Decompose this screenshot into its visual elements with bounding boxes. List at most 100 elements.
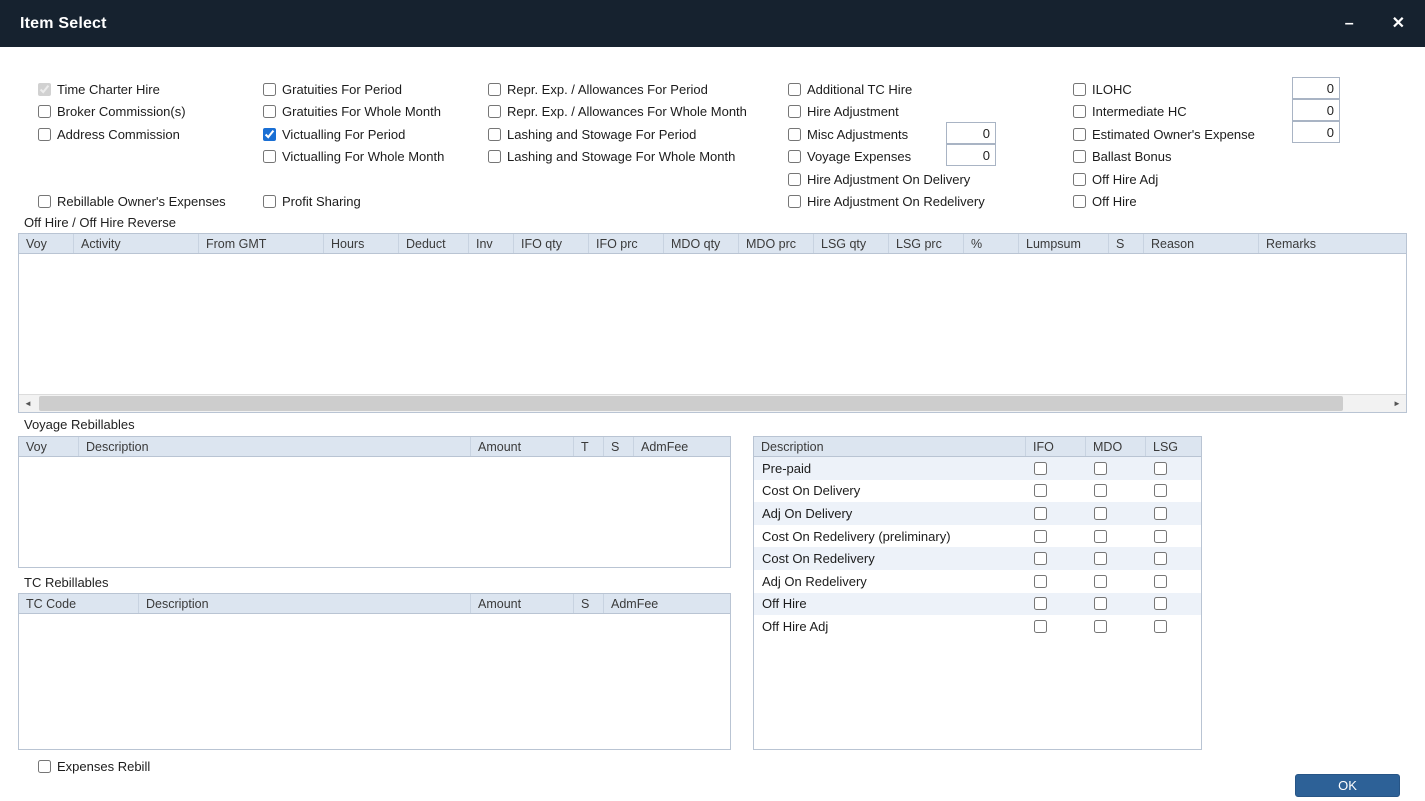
checkbox-hire-adjustment[interactable]: Hire Adjustment [788,101,985,124]
pre-paid-lsg-checkbox[interactable] [1154,462,1167,475]
profit-sharing-checkbox[interactable] [263,195,276,208]
scrollbar-thumb[interactable] [39,396,1343,411]
scroll-right-button[interactable]: ► [1388,395,1406,412]
intermediate-hc-checkbox[interactable] [1073,105,1086,118]
checkbox-lashing-and-stowage-for-period[interactable]: Lashing and Stowage For Period [488,123,747,146]
checkbox-repr-exp-allowances-for-period[interactable]: Repr. Exp. / Allowances For Period [488,78,747,101]
offhire-horizontal-scrollbar[interactable]: ◄ ► [19,394,1406,412]
gratuities-for-whole-month-checkbox[interactable] [263,105,276,118]
off-hire-adj-mdo-checkbox[interactable] [1094,620,1107,633]
column-header-reason[interactable]: Reason [1144,234,1259,253]
column-header-deduct[interactable]: Deduct [399,234,469,253]
voyage-expenses-checkbox[interactable] [788,150,801,163]
victualling-for-whole-month-checkbox[interactable] [263,150,276,163]
off-hire-adj-ifo-checkbox[interactable] [1034,620,1047,633]
column-header-lsg-qty[interactable]: LSG qty [814,234,889,253]
cost-on-delivery-lsg-checkbox[interactable] [1154,484,1167,497]
voyage-expenses-input[interactable] [946,144,996,166]
ilohc-checkbox[interactable] [1073,83,1086,96]
hire-adjustment-on-delivery-checkbox[interactable] [788,173,801,186]
cost-on-redelivery-preliminary-mdo-checkbox[interactable] [1094,530,1107,543]
column-header-inv[interactable]: Inv [469,234,514,253]
column-header-admfee[interactable]: AdmFee [604,594,730,613]
additional-tc-hire-checkbox[interactable] [788,83,801,96]
checkbox-broker-commissions[interactable]: Broker Commission(s) [38,101,186,124]
adj-on-redelivery-ifo-checkbox[interactable] [1034,575,1047,588]
checkbox-off-hire-adj[interactable]: Off Hire Adj [1073,168,1255,191]
column-header-lsg-prc[interactable]: LSG prc [889,234,964,253]
adj-on-delivery-ifo-checkbox[interactable] [1034,507,1047,520]
column-header-mdo-qty[interactable]: MDO qty [664,234,739,253]
off-hire-checkbox[interactable] [1073,195,1086,208]
cost-on-redelivery-preliminary-ifo-checkbox[interactable] [1034,530,1047,543]
misc-adjustments-checkbox[interactable] [788,128,801,141]
column-header-s[interactable]: S [574,594,604,613]
hire-adjustment-checkbox[interactable] [788,105,801,118]
estimated-owners-expense-checkbox[interactable] [1073,128,1086,141]
column-header-admfee[interactable]: AdmFee [634,437,730,456]
checkbox-additional-tc-hire[interactable]: Additional TC Hire [788,78,985,101]
lashing-and-stowage-for-period-checkbox[interactable] [488,128,501,141]
column-header-voy[interactable]: Voy [19,437,79,456]
adj-on-redelivery-lsg-checkbox[interactable] [1154,575,1167,588]
column-header-description[interactable]: Description [139,594,471,613]
cost-on-redelivery-mdo-checkbox[interactable] [1094,552,1107,565]
checkbox-ilohc[interactable]: ILOHC [1073,78,1255,101]
intermediate-hc-input[interactable] [1292,99,1340,121]
checkbox-address-commission[interactable]: Address Commission [38,123,186,146]
checkbox-victualling-for-whole-month[interactable]: Victualling For Whole Month [263,146,444,169]
checkbox-rebillable-owners-expenses[interactable]: Rebillable Owner's Expenses [38,190,226,213]
close-button[interactable]: ✕ [1392,16,1405,32]
checkbox-gratuities-for-whole-month[interactable]: Gratuities For Whole Month [263,101,444,124]
column-header-ifo-prc[interactable]: IFO prc [589,234,664,253]
column-header-ifo-qty[interactable]: IFO qty [514,234,589,253]
hire-adjustment-on-redelivery-checkbox[interactable] [788,195,801,208]
estimated-owners-expense-input[interactable] [1292,121,1340,143]
off-hire-ifo-checkbox[interactable] [1034,597,1047,610]
column-header-mdo[interactable]: MDO [1086,437,1146,456]
column-header-description[interactable]: Description [754,437,1026,456]
cost-on-delivery-ifo-checkbox[interactable] [1034,484,1047,497]
adj-on-delivery-lsg-checkbox[interactable] [1154,507,1167,520]
checkbox-hire-adjustment-on-redelivery[interactable]: Hire Adjustment On Redelivery [788,191,985,214]
time-charter-hire-checkbox[interactable] [38,83,51,96]
column-header-ifo[interactable]: IFO [1026,437,1086,456]
column-header-activity[interactable]: Activity [74,234,199,253]
adj-on-redelivery-mdo-checkbox[interactable] [1094,575,1107,588]
checkbox-victualling-for-period[interactable]: Victualling For Period [263,123,444,146]
column-header-description[interactable]: Description [79,437,471,456]
cost-on-redelivery-ifo-checkbox[interactable] [1034,552,1047,565]
address-commission-checkbox[interactable] [38,128,51,141]
column-header-hours[interactable]: Hours [324,234,399,253]
repr-exp-allowances-for-whole-month-checkbox[interactable] [488,105,501,118]
off-hire-adj-lsg-checkbox[interactable] [1154,620,1167,633]
column-header-lsg[interactable]: LSG [1146,437,1201,456]
rebillable-owners-expenses-checkbox[interactable] [38,195,51,208]
checkbox-gratuities-for-period[interactable]: Gratuities For Period [263,78,444,101]
off-hire-mdo-checkbox[interactable] [1094,597,1107,610]
column-header-remarks[interactable]: Remarks [1259,234,1406,253]
lashing-and-stowage-for-whole-month-checkbox[interactable] [488,150,501,163]
column-header-s[interactable]: S [1109,234,1144,253]
checkbox-expenses-rebill[interactable]: Expenses Rebill [38,755,150,778]
cost-on-redelivery-preliminary-lsg-checkbox[interactable] [1154,530,1167,543]
column-header-s[interactable]: S [604,437,634,456]
gratuities-for-period-checkbox[interactable] [263,83,276,96]
checkbox-hire-adjustment-on-delivery[interactable]: Hire Adjustment On Delivery [788,168,985,191]
checkbox-intermediate-hc[interactable]: Intermediate HC [1073,101,1255,124]
off-hire-adj-checkbox[interactable] [1073,173,1086,186]
checkbox-repr-exp-allowances-for-whole-month[interactable]: Repr. Exp. / Allowances For Whole Month [488,101,747,124]
expenses-rebill-checkbox[interactable] [38,760,51,773]
ballast-bonus-checkbox[interactable] [1073,150,1086,163]
victualling-for-period-checkbox[interactable] [263,128,276,141]
scrollbar-track[interactable] [37,395,1388,412]
adj-on-delivery-mdo-checkbox[interactable] [1094,507,1107,520]
pre-paid-mdo-checkbox[interactable] [1094,462,1107,475]
cost-on-redelivery-lsg-checkbox[interactable] [1154,552,1167,565]
repr-exp-allowances-for-period-checkbox[interactable] [488,83,501,96]
checkbox-ballast-bonus[interactable]: Ballast Bonus [1073,146,1255,169]
column-header-amount[interactable]: Amount [471,594,574,613]
checkbox-profit-sharing[interactable]: Profit Sharing [263,190,361,213]
column-header-from-gmt[interactable]: From GMT [199,234,324,253]
checkbox-off-hire[interactable]: Off Hire [1073,191,1255,214]
